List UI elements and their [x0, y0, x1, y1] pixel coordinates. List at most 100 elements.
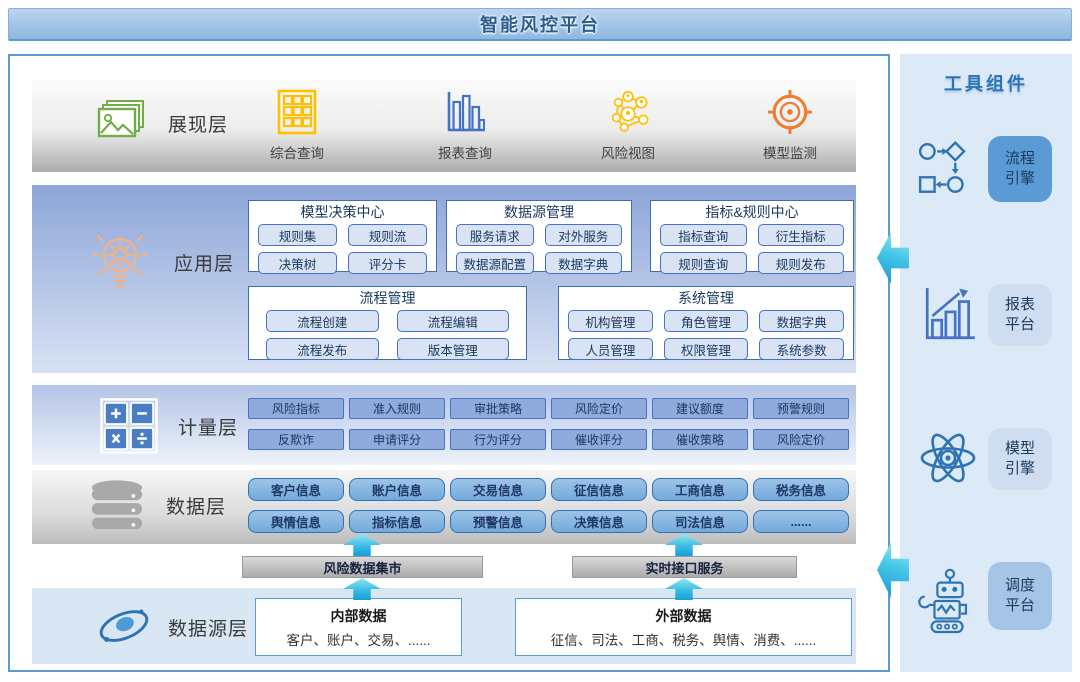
robot-icon [918, 566, 980, 636]
sidebar-title: 工具组件 [900, 70, 1072, 96]
group-title: 指标&规则中心 [660, 204, 844, 221]
app-button[interactable]: 规则流 [348, 224, 427, 246]
galaxy-icon [95, 600, 153, 654]
tool-item-schedule-platform[interactable]: 调度平台 [988, 562, 1052, 630]
data-row-1: 客户信息 账户信息 交易信息 征信信息 工商信息 税务信息 [248, 478, 849, 501]
group-indicator-rule-center: 指标&规则中心 指标查询 衍生指标 规则查询 规则发布 [650, 200, 854, 272]
app-button[interactable]: 数据字典 [545, 252, 623, 274]
banner: 智能风控平台 [8, 8, 1072, 41]
app-button[interactable]: 角色管理 [664, 310, 749, 332]
main-panel: 展现层 综合查询 [8, 54, 890, 672]
page-title: 智能风控平台 [480, 11, 600, 37]
data-button[interactable]: 预警信息 [450, 510, 546, 533]
data-button[interactable]: 舆情信息 [248, 510, 344, 533]
tool-item-report-platform[interactable]: 报表平台 [988, 284, 1052, 346]
measure-button[interactable]: 催收策略 [652, 429, 748, 450]
group-title: 模型决策中心 [258, 204, 427, 221]
measure-button[interactable]: 风险定价 [551, 398, 647, 419]
external-data-title: 外部数据 [656, 606, 712, 626]
data-button[interactable]: 征信信息 [551, 478, 647, 501]
internal-data-desc: 客户、账户、交易、...... [286, 629, 430, 649]
app-button[interactable]: 指标查询 [660, 224, 747, 246]
measurement-layer-band: 计量层 风险指标 准入规则 审批策略 风险定价 建议额度 预警规则 反欺诈 申请… [32, 385, 856, 465]
app-button[interactable]: 规则集 [258, 224, 337, 246]
group-datasource-management: 数据源管理 服务请求 对外服务 数据源配置 数据字典 [446, 200, 632, 272]
data-button[interactable]: 决策信息 [551, 510, 647, 533]
measure-button[interactable]: 催收评分 [551, 429, 647, 450]
app-button[interactable]: 服务请求 [456, 224, 534, 246]
app-button[interactable]: 人员管理 [568, 338, 653, 360]
group-model-decision-center: 模型决策中心 规则集 规则流 决策树 评分卡 [248, 200, 437, 272]
data-button[interactable]: 税务信息 [753, 478, 849, 501]
tool-item-model-engine[interactable]: 模型引擎 [988, 428, 1052, 490]
tools-sidebar: 工具组件 流程引擎 [900, 54, 1072, 672]
tool-item-label: 调度平台 [1004, 576, 1036, 616]
data-button[interactable]: 工商信息 [652, 478, 748, 501]
app-button[interactable]: 数据字典 [759, 310, 844, 332]
app-button[interactable]: 流程创建 [266, 310, 379, 332]
measure-button[interactable]: 审批策略 [450, 398, 546, 419]
app-button[interactable]: 规则查询 [660, 252, 747, 274]
app-button[interactable]: 系统参数 [759, 338, 844, 360]
presentation-item-model-monitor[interactable]: 模型监测 [735, 86, 845, 166]
pipeline-realtime-interface[interactable]: 实时接口服务 [572, 556, 797, 578]
data-button[interactable]: 交易信息 [450, 478, 546, 501]
measure-button[interactable]: 风险定价 [753, 429, 849, 450]
gallery-icon [95, 98, 147, 150]
measure-button[interactable]: 反欺诈 [248, 429, 344, 450]
measure-button[interactable]: 建议额度 [652, 398, 748, 419]
pipeline-risk-data-mart[interactable]: 风险数据集市 [242, 556, 483, 578]
app-button[interactable]: 数据源配置 [456, 252, 534, 274]
data-button[interactable]: 司法信息 [652, 510, 748, 533]
calculator-icon [100, 398, 158, 454]
presentation-item-label: 报表查询 [438, 142, 492, 162]
application-layer-label: 应用层 [174, 249, 234, 276]
report-chart-icon [920, 282, 980, 348]
data-button[interactable]: ...... [753, 510, 849, 533]
measurement-layer-label: 计量层 [178, 413, 238, 440]
app-button[interactable]: 规则发布 [758, 252, 845, 274]
group-system-management: 系统管理 机构管理 角色管理 数据字典 人员管理 权限管理 系统参数 [558, 286, 854, 360]
measure-button[interactable]: 预警规则 [753, 398, 849, 419]
data-button[interactable]: 客户信息 [248, 478, 344, 501]
measurement-row-1: 风险指标 准入规则 审批策略 风险定价 建议额度 预警规则 [248, 398, 849, 419]
network-icon [605, 88, 651, 136]
app-button[interactable]: 权限管理 [664, 338, 749, 360]
internal-data-title: 内部数据 [331, 606, 387, 626]
app-button[interactable]: 流程发布 [266, 338, 379, 360]
target-icon [767, 88, 813, 136]
application-layer-band: 应用层 模型决策中心 规则集 规则流 决策树 评分卡 数据源管理 服务请求 对外… [32, 185, 856, 373]
presentation-item-combined-query[interactable]: 综合查询 [242, 86, 352, 166]
presentation-item-report-query[interactable]: 报表查询 [410, 86, 520, 166]
measure-button[interactable]: 申请评分 [349, 429, 445, 450]
data-button[interactable]: 账户信息 [349, 478, 445, 501]
tool-item-label: 流程引擎 [1004, 149, 1036, 189]
app-button[interactable]: 机构管理 [568, 310, 653, 332]
app-button[interactable]: 评分卡 [348, 252, 427, 274]
external-data-box[interactable]: 外部数据 征信、司法、工商、税务、舆情、消费、...... [515, 598, 852, 656]
measurement-row-2: 反欺诈 申请评分 行为评分 催收评分 催收策略 风险定价 [248, 429, 849, 450]
flowchart-icon [915, 138, 979, 200]
bar-chart-icon [442, 88, 488, 136]
measure-button[interactable]: 准入规则 [349, 398, 445, 419]
app-button[interactable]: 流程编辑 [397, 310, 510, 332]
internal-data-box[interactable]: 内部数据 客户、账户、交易、...... [255, 598, 462, 656]
data-button[interactable]: 指标信息 [349, 510, 445, 533]
group-title: 数据源管理 [456, 204, 622, 221]
atom-icon [914, 426, 982, 490]
data-row-2: 舆情信息 指标信息 预警信息 决策信息 司法信息 ...... [248, 510, 849, 533]
group-title: 流程管理 [258, 290, 517, 307]
app-button[interactable]: 对外服务 [545, 224, 623, 246]
datasource-layer-label: 数据源层 [168, 614, 248, 641]
data-layer-band: 数据层 客户信息 账户信息 交易信息 征信信息 工商信息 税务信息 舆情信息 指… [32, 470, 856, 544]
app-button[interactable]: 版本管理 [397, 338, 510, 360]
grid-icon [274, 88, 320, 136]
presentation-item-risk-view[interactable]: 风险视图 [573, 86, 683, 166]
measure-button[interactable]: 风险指标 [248, 398, 344, 419]
app-button[interactable]: 决策树 [258, 252, 337, 274]
tool-item-process-engine[interactable]: 流程引擎 [988, 136, 1052, 202]
data-layer-label: 数据层 [166, 492, 226, 519]
measure-button[interactable]: 行为评分 [450, 429, 546, 450]
group-title: 系统管理 [568, 290, 844, 307]
app-button[interactable]: 衍生指标 [758, 224, 845, 246]
